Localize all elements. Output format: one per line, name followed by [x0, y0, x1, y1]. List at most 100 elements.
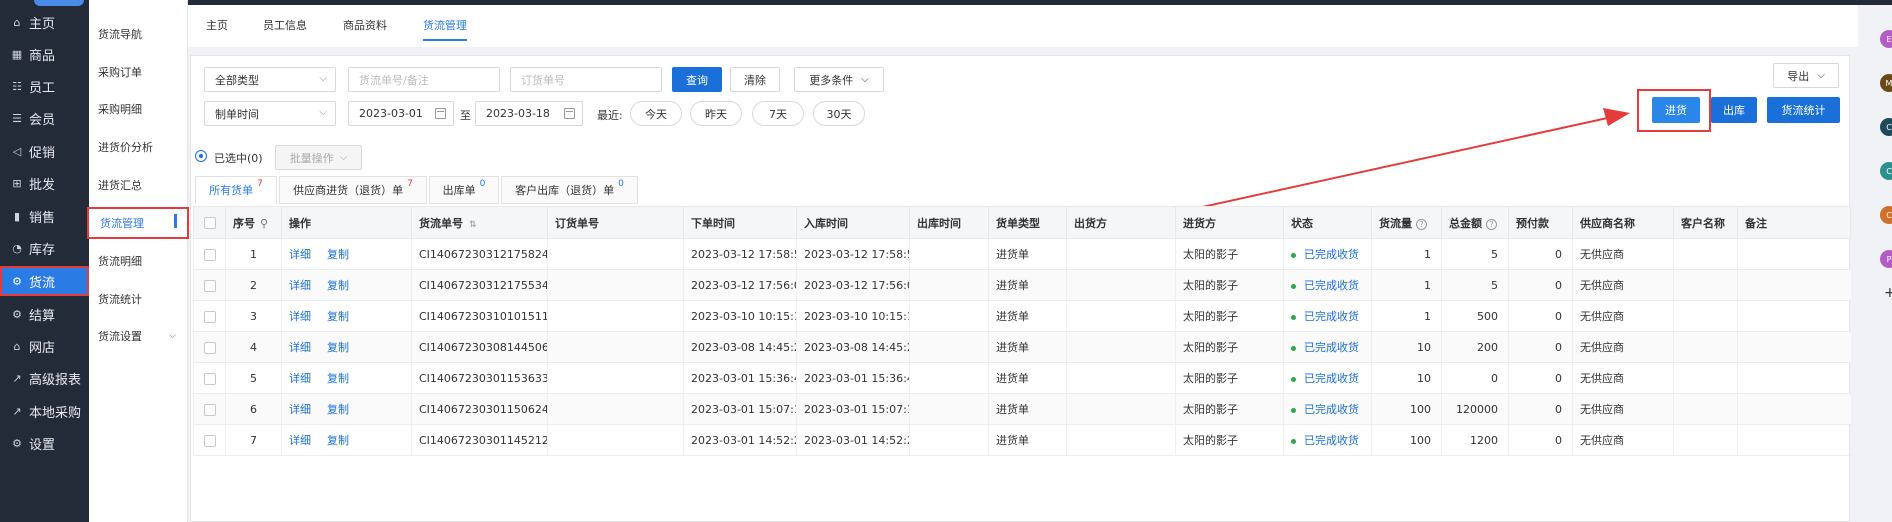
sidebar-item-settle[interactable]: ⚙ 结算 — [0, 299, 89, 329]
row-checkbox-cell[interactable] — [193, 300, 226, 332]
header-select-all[interactable] — [193, 206, 226, 239]
today-button[interactable]: 今天 — [630, 101, 682, 126]
avatar[interactable]: C — [1880, 118, 1892, 136]
copy-link[interactable]: 复制 — [327, 248, 349, 261]
clear-button[interactable]: 清除 — [730, 67, 780, 92]
tab-customer-orders[interactable]: 客户出库（退货）单 0 — [501, 176, 638, 204]
subnav-item-8[interactable]: 货流设置 ⌵ — [89, 323, 188, 349]
avatar[interactable]: C — [1880, 162, 1892, 180]
tab-employee-info[interactable]: 员工信息 — [263, 17, 307, 33]
cargo-stats-button[interactable]: 货流统计 — [1767, 97, 1840, 123]
row-checkbox[interactable] — [203, 403, 216, 416]
status-badge[interactable]: 已完成收货 — [1304, 372, 1359, 385]
sidebar-item-employee[interactable]: ☷ 员工 — [0, 71, 89, 101]
select-radio[interactable] — [195, 150, 207, 162]
sidebar-item-shop[interactable]: ⌂ 网店 — [0, 331, 89, 361]
row-status[interactable]: 已完成收货 — [1283, 300, 1372, 332]
order-no-input[interactable]: 订货单号 — [510, 67, 662, 92]
detail-link[interactable]: 详细 — [289, 434, 311, 447]
detail-link[interactable]: 详细 — [289, 279, 311, 292]
row-status[interactable]: 已完成收货 — [1283, 424, 1372, 456]
row-checkbox-cell[interactable] — [193, 238, 226, 270]
row-checkbox[interactable] — [203, 341, 216, 354]
wrench-icon[interactable]: ⚲ — [260, 217, 268, 230]
sidebar-item-sales[interactable]: ▮ 销售 — [0, 201, 89, 231]
header-cargo-no[interactable]: 货流单号 ⇅ — [411, 206, 548, 239]
status-badge[interactable]: 已完成收货 — [1304, 310, 1359, 323]
copy-link[interactable]: 复制 — [327, 403, 349, 416]
30-days-button[interactable]: 30天 — [813, 101, 865, 126]
batch-operation-button[interactable]: 批量操作 ⌵ — [275, 145, 362, 170]
yesterday-button[interactable]: 昨天 — [690, 101, 742, 126]
copy-link[interactable]: 复制 — [327, 372, 349, 385]
stock-out-button[interactable]: 出库 — [1711, 97, 1757, 123]
subnav-item-1[interactable]: 采购订单 — [89, 59, 188, 85]
row-checkbox[interactable] — [203, 434, 216, 447]
tab-goods-info[interactable]: 商品资料 — [343, 17, 387, 33]
row-status[interactable]: 已完成收货 — [1283, 269, 1372, 301]
7-days-button[interactable]: 7天 — [752, 101, 804, 126]
subnav-item-5[interactable]: 货流管理 — [87, 207, 189, 239]
status-badge[interactable]: 已完成收货 — [1304, 341, 1359, 354]
detail-link[interactable]: 详细 — [289, 310, 311, 323]
table-row[interactable]: 3 详细 复制 CI14067230310101511987 2023-03-10 10… — [193, 300, 1851, 332]
row-status[interactable]: 已完成收货 — [1283, 393, 1372, 425]
subnav-item-7[interactable]: 货流统计 — [89, 286, 188, 312]
table-row[interactable]: 5 详细 复制 CI14067230301153633543 2023-03-01 15… — [193, 362, 1851, 394]
row-checkbox-cell[interactable] — [193, 269, 226, 301]
date-from-input[interactable]: 2023-03-01 — [348, 101, 454, 126]
table-row[interactable]: 4 详细 复制 CI14067230308144506057 2023-03-08 14… — [193, 331, 1851, 363]
cargo-no-input[interactable]: 货流单号/备注 — [348, 67, 500, 92]
status-badge[interactable]: 已完成收货 — [1304, 434, 1359, 447]
status-badge[interactable]: 已完成收货 — [1304, 279, 1359, 292]
row-status[interactable]: 已完成收货 — [1283, 331, 1372, 363]
table-row[interactable]: 6 详细 复制 CI14067230301150624775 2023-03-01 15… — [193, 393, 1851, 425]
select-all-checkbox[interactable] — [203, 217, 216, 229]
sidebar-item-wholesale[interactable]: ⊞ 批发 — [0, 168, 89, 198]
row-checkbox[interactable] — [203, 372, 216, 385]
tab-cargo-management[interactable]: 货流管理 — [423, 17, 467, 41]
export-button[interactable]: 导出 ⌵ — [1773, 63, 1839, 88]
sidebar-item-home[interactable]: ⌂ 主页 — [0, 7, 89, 37]
add-icon[interactable]: + — [1884, 285, 1892, 301]
more-conditions-button[interactable]: 更多条件 ⌵ — [794, 67, 884, 92]
sidebar-item-cargo[interactable]: ⚙ 货流 — [0, 266, 89, 296]
detail-link[interactable]: 详细 — [289, 248, 311, 261]
row-status[interactable]: 已完成收货 — [1283, 238, 1372, 270]
subnav-item-4[interactable]: 进货汇总 — [89, 172, 188, 198]
stock-in-button[interactable]: 进货 — [1652, 97, 1700, 123]
help-icon[interactable]: ? — [1486, 218, 1497, 230]
detail-link[interactable]: 详细 — [289, 403, 311, 416]
copy-link[interactable]: 复制 — [327, 310, 349, 323]
row-status[interactable]: 已完成收货 — [1283, 362, 1372, 394]
sidebar-item-promo[interactable]: ◁ 促销 — [0, 136, 89, 166]
row-checkbox-cell[interactable] — [193, 331, 226, 363]
sidebar-item-settings[interactable]: ⚙ 设置 — [0, 428, 89, 458]
table-row[interactable]: 2 详细 复制 CI14067230312175534795 2023-03-12 17… — [193, 269, 1851, 301]
row-checkbox-cell[interactable] — [193, 393, 226, 425]
tab-home[interactable]: 主页 — [206, 17, 228, 33]
tab-all-orders[interactable]: 所有货单 7 — [195, 176, 277, 204]
subnav-item-6[interactable]: 货流明细 — [89, 248, 188, 274]
copy-link[interactable]: 复制 — [327, 341, 349, 354]
avatar[interactable]: M — [1880, 74, 1892, 92]
detail-link[interactable]: 详细 — [289, 341, 311, 354]
status-badge[interactable]: 已完成收货 — [1304, 403, 1359, 416]
avatar[interactable]: P — [1880, 250, 1892, 268]
table-row[interactable]: 1 详细 复制 CI14067230312175824509 2023-03-12 17… — [193, 238, 1851, 270]
query-button[interactable]: 查询 — [672, 67, 722, 92]
sort-icon[interactable]: ⇅ — [469, 220, 477, 230]
row-checkbox[interactable] — [203, 310, 216, 323]
tab-supplier-orders[interactable]: 供应商进货（退货）单 7 — [279, 176, 427, 204]
time-type-select[interactable]: 制单时间 ⌵ — [204, 101, 336, 126]
row-checkbox-cell[interactable] — [193, 362, 226, 394]
subnav-item-3[interactable]: 进货价分析 — [89, 134, 188, 160]
copy-link[interactable]: 复制 — [327, 434, 349, 447]
row-checkbox-cell[interactable] — [193, 424, 226, 456]
sidebar-item-purchase[interactable]: ↗ 本地采购 — [0, 396, 89, 426]
sidebar-item-report[interactable]: ↗ 高级报表 — [0, 363, 89, 393]
type-select[interactable]: 全部类型 ⌵ — [204, 67, 336, 92]
subnav-item-2[interactable]: 采购明细 — [89, 96, 188, 122]
row-checkbox[interactable] — [203, 279, 216, 292]
status-badge[interactable]: 已完成收货 — [1304, 248, 1359, 261]
